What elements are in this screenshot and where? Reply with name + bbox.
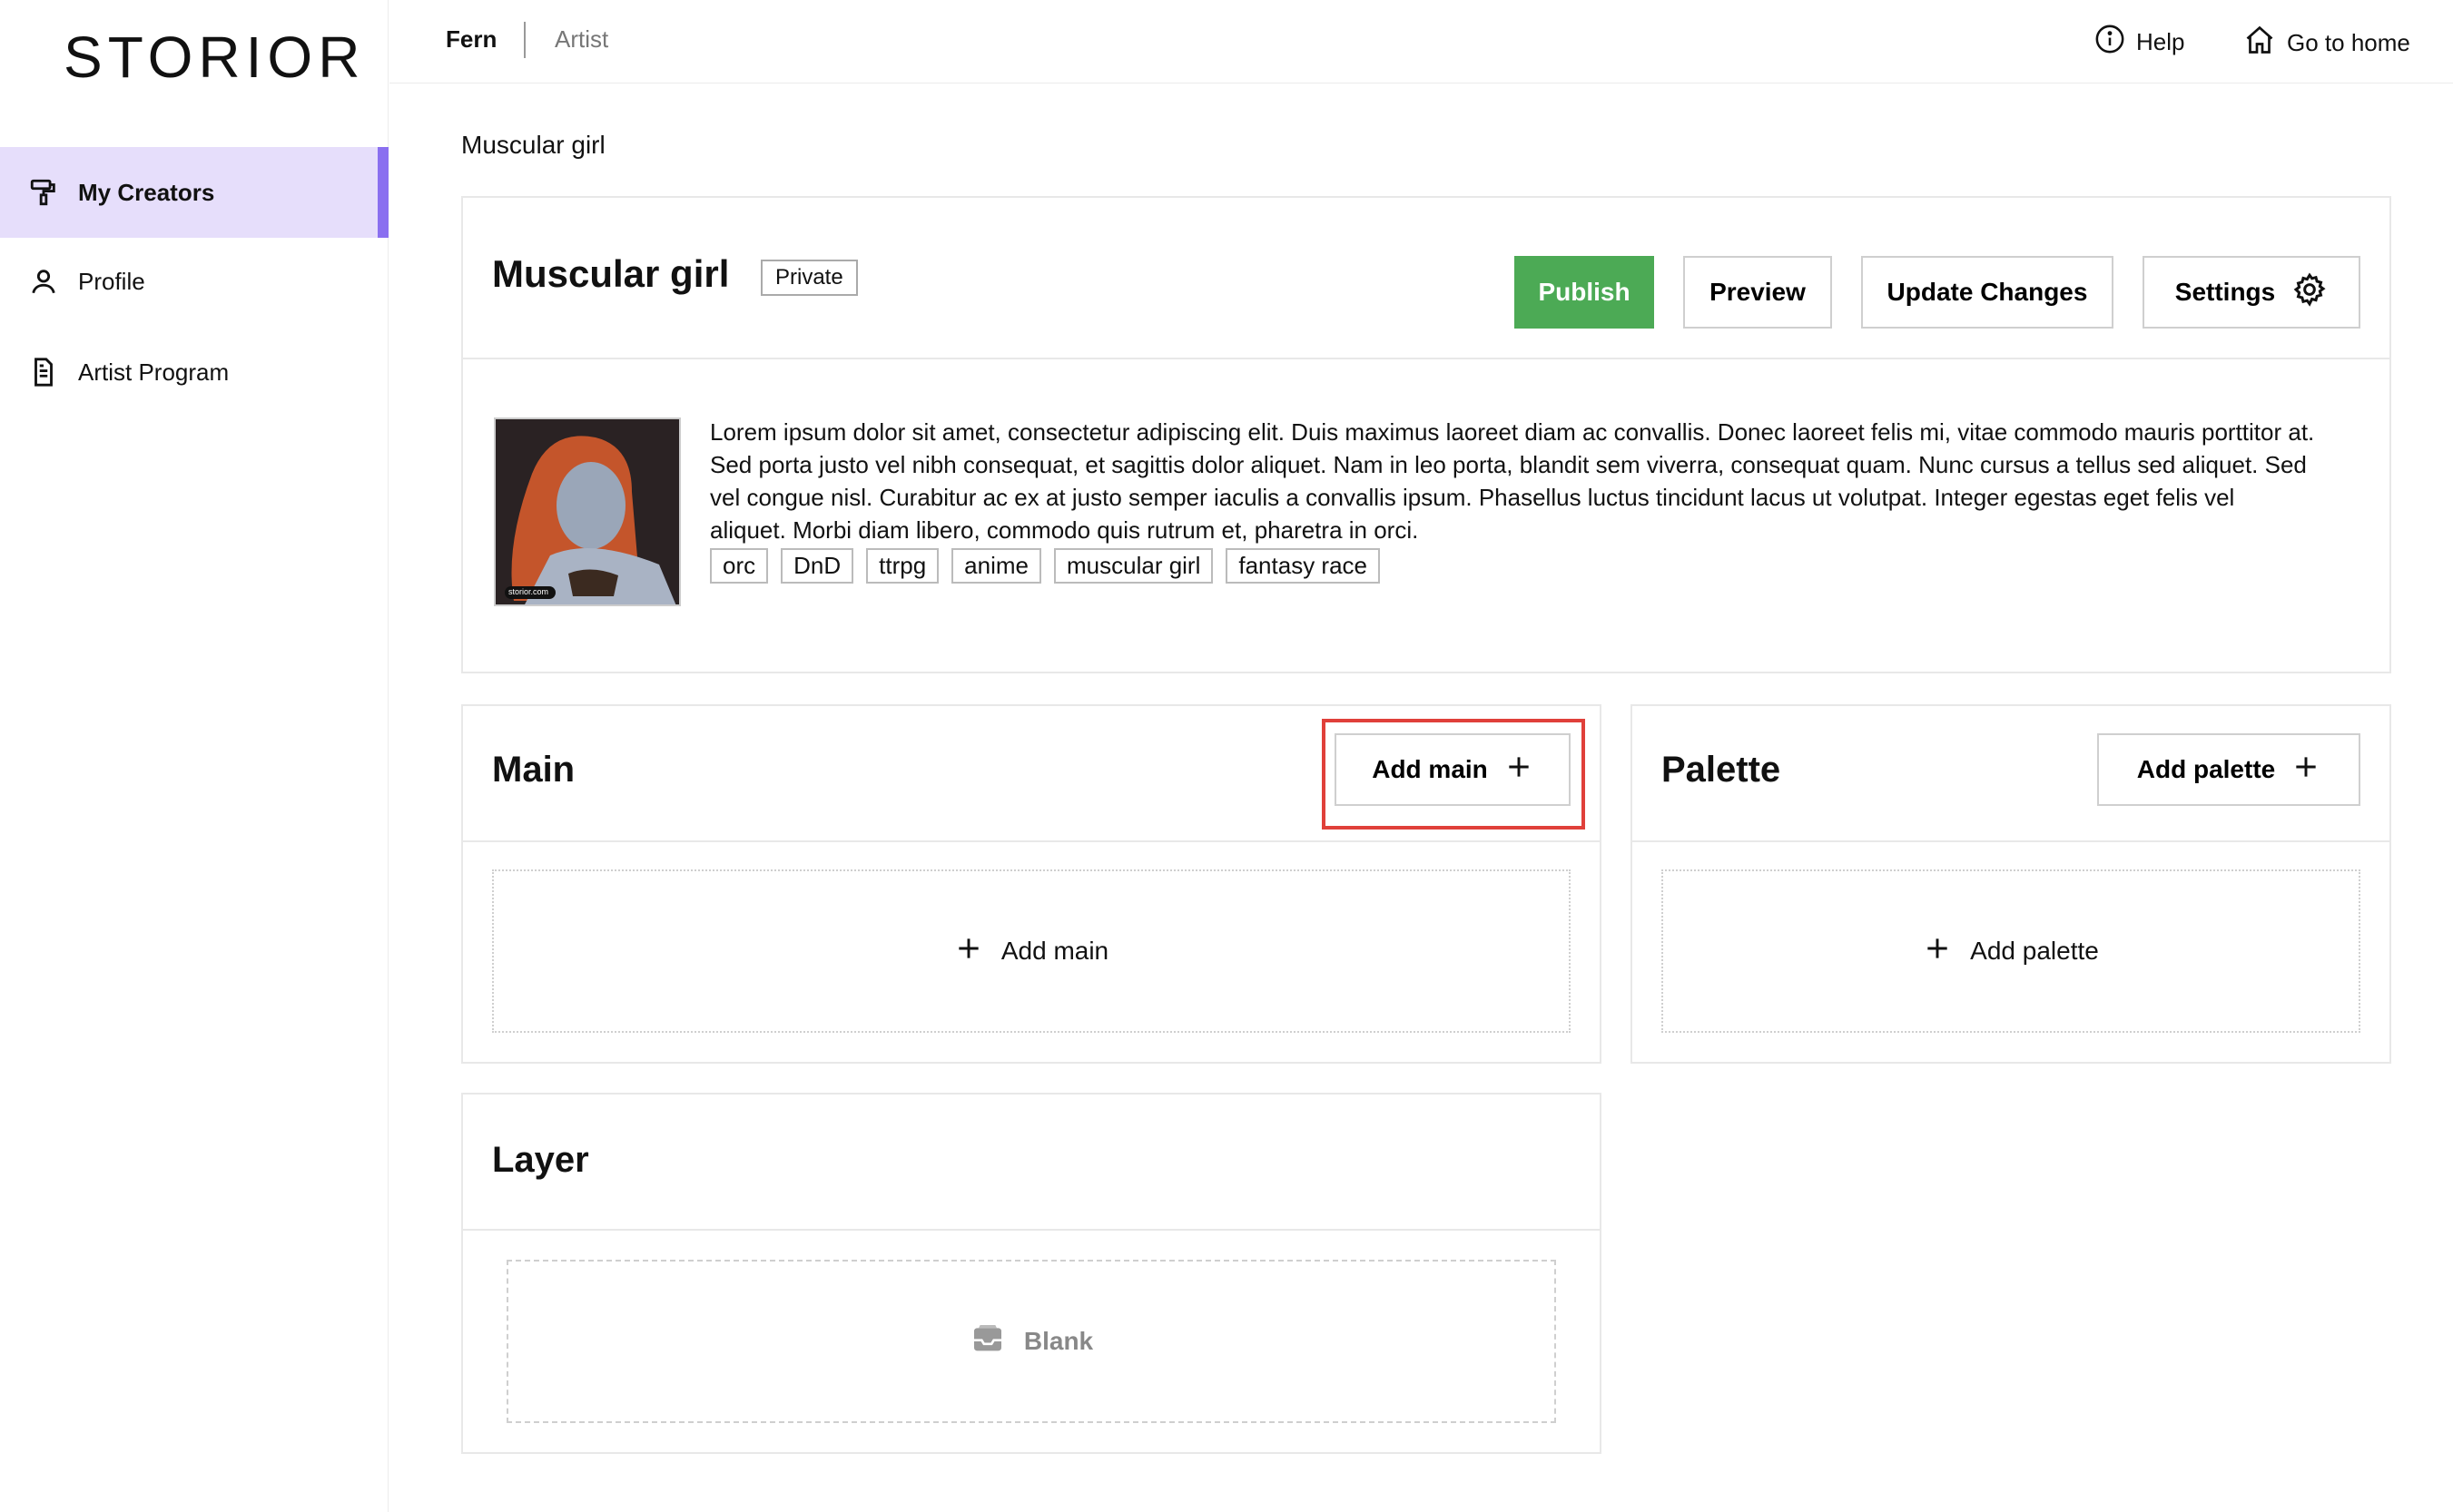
palette-section-title: Palette	[1661, 750, 1781, 790]
visibility-badge: Private	[761, 260, 858, 296]
paint-roller-icon	[27, 176, 60, 209]
plus-icon	[2291, 752, 2320, 788]
breadcrumb-user[interactable]: Fern	[446, 25, 497, 54]
sidebar-item-label: Artist Program	[78, 358, 230, 386]
layer-section-title: Layer	[492, 1140, 589, 1180]
page-title: Muscular girl	[461, 131, 606, 159]
tag[interactable]: orc	[710, 548, 769, 584]
tag[interactable]: muscular girl	[1054, 548, 1214, 584]
creator-name: Muscular girl	[492, 252, 730, 295]
breadcrumb-role: Artist	[555, 25, 609, 53]
add-main-area-label: Add main	[1000, 937, 1109, 965]
document-icon	[27, 356, 60, 388]
settings-button[interactable]: Settings	[2143, 256, 2360, 329]
add-main-dropzone[interactable]: Add main	[492, 869, 1571, 1033]
highlight-box	[1322, 719, 1585, 830]
plus-icon	[1923, 934, 1952, 969]
sidebar-item-profile[interactable]: Profile	[0, 236, 389, 327]
sidebar: STORIOR My Creators Profile Artist Progr…	[0, 0, 389, 1512]
inbox-icon	[970, 1321, 1006, 1363]
breadcrumb-divider	[524, 22, 526, 58]
layer-empty-state: Blank	[507, 1260, 1556, 1423]
sidebar-item-label: Profile	[78, 267, 145, 295]
creator-description: Lorem ipsum dolor sit amet, consectetur …	[710, 418, 2315, 544]
tag[interactable]: fantasy race	[1226, 548, 1381, 584]
add-palette-label: Add palette	[2136, 755, 2276, 783]
tag[interactable]: DnD	[781, 548, 854, 584]
top-bar: Fern Artist Help Go to home	[389, 0, 2453, 83]
add-palette-button[interactable]: Add palette	[2097, 733, 2360, 806]
tag-list: orc DnD ttrpg anime muscular girl fantas…	[710, 548, 1381, 584]
card-divider	[463, 358, 2389, 359]
creator-thumbnail[interactable]: storior.com	[494, 417, 681, 606]
sidebar-item-label: My Creators	[78, 178, 215, 206]
gear-icon	[2291, 271, 2328, 314]
card-divider	[463, 840, 1600, 842]
main-section-title: Main	[492, 750, 576, 790]
info-icon	[2094, 24, 2125, 61]
tag[interactable]: anime	[951, 548, 1041, 584]
sidebar-item-my-creators[interactable]: My Creators	[0, 147, 389, 238]
add-palette-area-label: Add palette	[1970, 937, 2099, 965]
publish-button[interactable]: Publish	[1514, 256, 1654, 329]
card-divider	[1632, 840, 2389, 842]
preview-button[interactable]: Preview	[1683, 256, 1832, 329]
help-label: Help	[2136, 28, 2185, 55]
add-palette-dropzone[interactable]: Add palette	[1661, 869, 2360, 1033]
storior-logo[interactable]: STORIOR	[64, 24, 365, 91]
home-label: Go to home	[2287, 29, 2410, 56]
thumbnail-watermark: storior.com	[508, 587, 549, 596]
tag[interactable]: ttrpg	[866, 548, 940, 584]
sidebar-item-artist-program[interactable]: Artist Program	[0, 327, 389, 417]
settings-label: Settings	[2174, 278, 2276, 306]
plus-icon	[954, 934, 983, 969]
update-changes-button[interactable]: Update Changes	[1861, 256, 2113, 329]
user-icon	[27, 265, 60, 298]
blank-label: Blank	[1023, 1327, 1094, 1355]
go-home-link[interactable]: Go to home	[2243, 24, 2410, 63]
card-divider	[463, 1229, 1600, 1231]
help-link[interactable]: Help	[2094, 24, 2184, 61]
home-icon	[2243, 24, 2276, 63]
